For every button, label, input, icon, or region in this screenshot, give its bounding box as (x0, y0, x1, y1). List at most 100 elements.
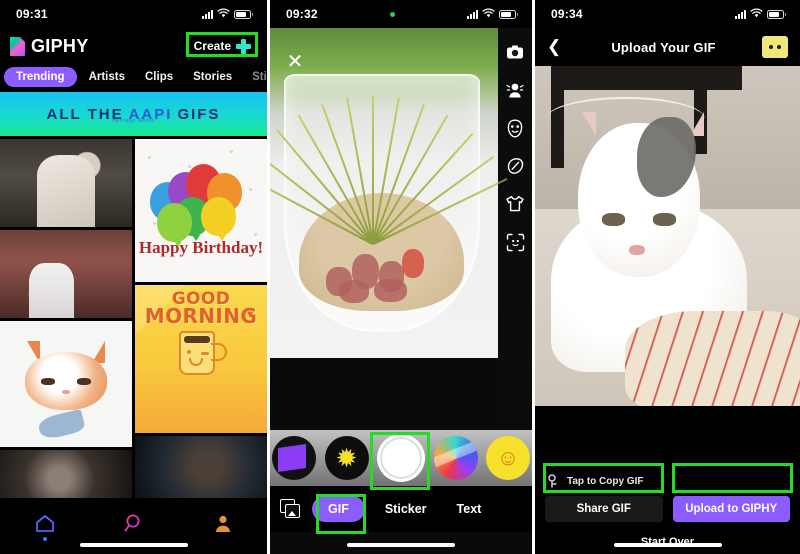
gif-drawn-cat[interactable] (0, 321, 132, 447)
panel-giphy-home: 09:31 GIPHY Create Trending Artists Clip… (0, 0, 267, 554)
status-bar: 09:34 (535, 0, 800, 28)
tab-stories[interactable]: Stories (185, 67, 240, 87)
gif-basketball-player[interactable] (0, 230, 132, 318)
status-time: 09:34 (551, 7, 583, 21)
gif-column-left (0, 139, 132, 498)
app-title: GIPHY (31, 35, 89, 56)
share-gif-button[interactable]: Share GIF (545, 496, 663, 522)
upload-header: ❮ Upload Your GIF (535, 28, 800, 66)
tab-artists[interactable]: Artists (81, 67, 133, 87)
nav-profile[interactable] (206, 508, 240, 538)
face-scan-icon[interactable] (505, 232, 525, 252)
gif-preview[interactable] (535, 66, 800, 406)
battery-icon (234, 9, 253, 19)
bottom-navigation (0, 500, 267, 554)
aapi-banner[interactable]: ALL THE AAPI GIFS Heritage Month (0, 92, 267, 136)
status-time: 09:31 (16, 7, 48, 21)
more-options-icon[interactable] (761, 36, 788, 58)
air-plant (270, 94, 508, 245)
three-panel-screenshot: 09:31 GIPHY Create Trending Artists Clip… (0, 0, 800, 554)
filter-rainbow-swirl[interactable] (433, 436, 478, 480)
category-tabs: Trending Artists Clips Stories Sticker (0, 64, 267, 92)
status-bar: 09:31 (0, 0, 267, 28)
battery-icon (767, 9, 786, 19)
face-mask-icon[interactable] (505, 118, 525, 138)
wifi-icon (217, 5, 230, 23)
status-center (318, 11, 467, 17)
gm-line2: MORNING (144, 304, 258, 329)
mode-sticker[interactable]: Sticker (375, 497, 437, 521)
action-buttons-row: Share GIF Upload to GIPHY (545, 496, 790, 522)
create-button[interactable]: Create (188, 36, 257, 57)
home-indicator-bar (613, 543, 722, 547)
banner-subtitle: Heritage Month (112, 118, 155, 124)
camera-tool-rail (498, 28, 532, 432)
gif-good-morning[interactable]: GOOD MORNING ♥ (135, 285, 267, 433)
shutter-button[interactable] (377, 434, 425, 482)
chair-top-rail (550, 66, 742, 90)
panel-upload: 09:34 ❮ Upload Your GIF Tap to Copy GIF … (535, 0, 800, 554)
recording-dot-icon (389, 11, 395, 17)
filter-starburst[interactable]: ✹ (324, 436, 369, 480)
camera-preview-image (270, 28, 508, 358)
close-icon[interactable]: ✕ (284, 52, 306, 74)
coffee-mug-art (175, 331, 227, 376)
terrarium-subject (270, 74, 508, 332)
camera-viewfinder: ✕ ✹ ☺ GIF Sticker Text (270, 28, 532, 554)
start-over-button[interactable]: Start Over (545, 522, 790, 554)
brand: GIPHY (10, 36, 89, 57)
cellular-signal-icon (467, 9, 478, 19)
status-time: 09:32 (286, 7, 318, 21)
page-title: Upload Your GIF (611, 39, 716, 55)
profile-icon (213, 513, 233, 533)
wifi-icon (750, 5, 763, 23)
status-bar: 09:32 (270, 0, 532, 28)
portrait-filter-icon[interactable] (505, 80, 525, 100)
gallery-icon[interactable] (280, 499, 302, 519)
camera-flip-icon[interactable] (505, 42, 525, 62)
upload-to-giphy-button[interactable]: Upload to GIPHY (672, 496, 790, 522)
gif-happy-birthday[interactable]: Happy Birthday! (135, 139, 267, 282)
active-indicator-dot (42, 537, 47, 541)
drawn-cat-art (17, 337, 115, 442)
nav-search[interactable] (117, 508, 151, 538)
gif-dark-scene-b[interactable] (135, 436, 267, 498)
home-indicator-bar (79, 543, 188, 547)
good-morning-text: GOOD MORNING (144, 290, 258, 329)
giphy-logo-icon (10, 36, 25, 56)
gif-dark-scene-a[interactable] (0, 450, 132, 498)
nav-home[interactable] (28, 508, 62, 541)
gif-two-men-talking[interactable] (0, 139, 132, 227)
balloons-art (143, 164, 259, 247)
filter-purple-shape[interactable] (272, 436, 316, 480)
status-indicators (467, 5, 518, 23)
capture-mode-bar: GIF Sticker Text (270, 486, 532, 532)
app-header: GIPHY Create (0, 28, 267, 64)
red-stones (319, 244, 444, 303)
copy-gif-row[interactable]: Tap to Copy GIF (545, 468, 790, 496)
status-indicators (202, 5, 253, 23)
wifi-icon (482, 5, 495, 23)
draw-pen-icon[interactable] (505, 156, 525, 176)
filter-carousel: ✹ ☺ (270, 430, 532, 486)
search-icon (123, 512, 145, 534)
panel-camera: 09:32 ✕ ✹ ☺ GIF Sticker Text (270, 0, 532, 554)
tshirt-sticker-icon[interactable] (505, 194, 525, 214)
plus-icon (236, 38, 251, 54)
create-label: Create (193, 39, 231, 53)
copy-gif-label: Tap to Copy GIF (567, 475, 644, 487)
status-indicators (735, 5, 786, 23)
gif-column-right: Happy Birthday! GOOD MORNING ♥ (135, 139, 267, 498)
tab-trending[interactable]: Trending (4, 67, 77, 87)
mode-gif[interactable]: GIF (312, 496, 365, 522)
tab-clips[interactable]: Clips (137, 67, 181, 87)
striped-towel (625, 310, 800, 406)
link-icon (547, 474, 561, 488)
back-chevron-icon[interactable]: ❮ (547, 37, 565, 57)
cellular-signal-icon (202, 9, 213, 19)
tab-sticker[interactable]: Sticker (244, 67, 267, 87)
banner-text-after: GIFS (177, 105, 221, 123)
mode-text[interactable]: Text (447, 497, 492, 521)
heart-icon: ♥ (247, 309, 253, 320)
filter-smiley[interactable]: ☺ (486, 436, 530, 480)
